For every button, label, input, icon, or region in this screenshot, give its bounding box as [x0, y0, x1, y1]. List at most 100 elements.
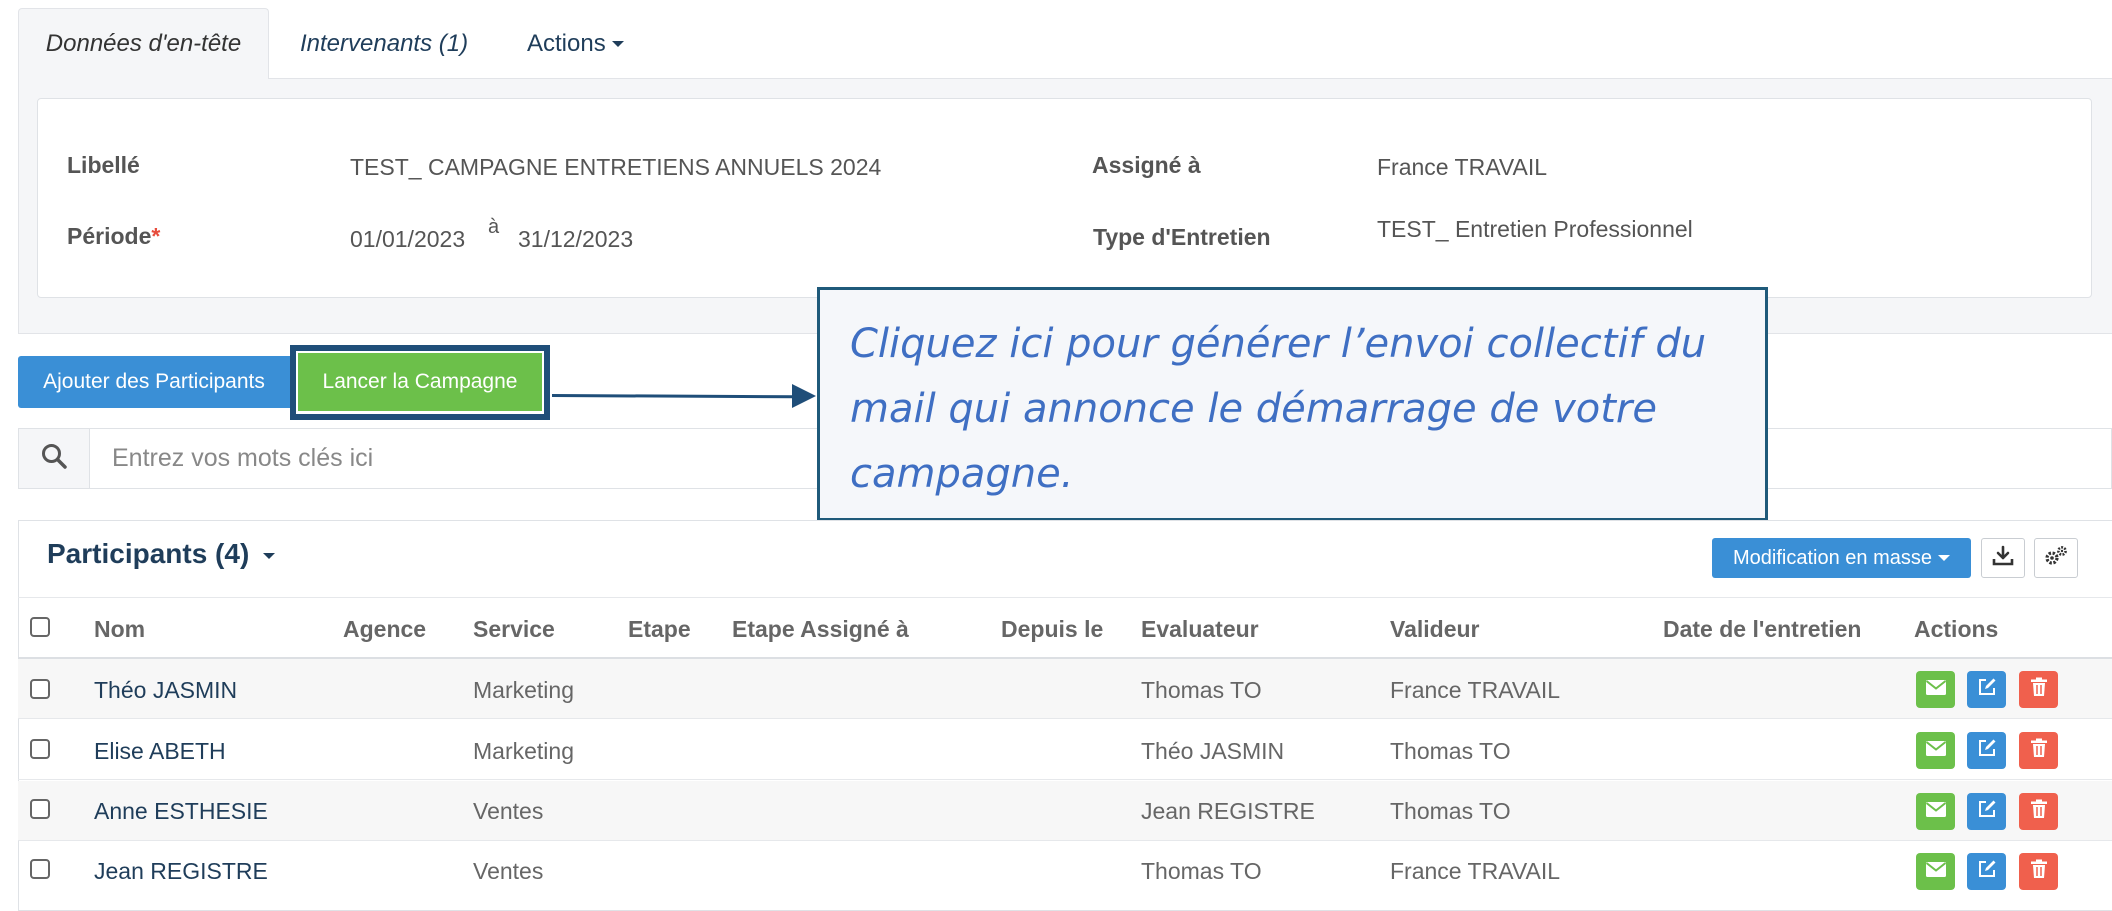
column-header-service[interactable]: Service [473, 616, 555, 643]
edit-icon [1977, 738, 1997, 763]
column-header-agence[interactable]: Agence [343, 616, 426, 643]
libelle-value: TEST_ CAMPAGNE ENTRETIENS ANNUELS 2024 [350, 154, 882, 180]
instruction-callout: Cliquez ici pour générer l’envoi collect… [817, 287, 1768, 521]
participant-valideur: France TRAVAIL [1390, 677, 1561, 703]
callout-arrow-line [551, 394, 797, 399]
row-checkbox[interactable] [30, 739, 50, 759]
select-all-checkbox[interactable] [30, 617, 50, 637]
send-mail-button[interactable] [1916, 853, 1955, 890]
participant-valideur: Thomas TO [1390, 738, 1511, 764]
edit-icon [1977, 799, 1997, 824]
assigne-value: France TRAVAIL [1377, 154, 1548, 180]
envelope-icon [1925, 861, 1946, 882]
periode-label: Période* [67, 223, 160, 250]
participant-name[interactable]: Elise ABETH [94, 738, 226, 765]
table-row[interactable] [18, 659, 2112, 719]
caret-down-icon [263, 552, 276, 559]
type-entretien-label: Type d'Entretien [1093, 224, 1271, 250]
tab-intervenants-label: Intervenants (1) [300, 29, 469, 57]
participant-name[interactable]: Anne ESTHESIE [94, 798, 268, 825]
trash-icon [2030, 799, 2048, 824]
callout-arrow-head [792, 384, 816, 408]
column-header-etape-assigne[interactable]: Etape Assigné à [732, 616, 909, 643]
row-checkbox[interactable] [30, 799, 50, 819]
participant-name[interactable]: Jean REGISTRE [94, 858, 268, 885]
participants-title-dropdown[interactable]: Participants (4) [47, 538, 276, 570]
participant-service: Marketing [473, 738, 574, 764]
participant-service: Ventes [473, 798, 544, 824]
periode-label-text: Période [67, 223, 152, 249]
trash-icon [2030, 859, 2048, 884]
column-header-evaluateur[interactable]: Evaluateur [1141, 616, 1259, 643]
participant-evaluateur: Jean REGISTRE [1141, 798, 1315, 824]
edit-button[interactable] [1967, 732, 2006, 769]
participant-evaluateur: Thomas TO [1141, 858, 1262, 884]
search-input[interactable] [92, 430, 792, 487]
add-participants-label: Ajouter des Participants [43, 370, 265, 393]
caret-down-icon [611, 40, 624, 47]
edit-button[interactable] [1967, 793, 2006, 830]
gears-icon [2043, 545, 2069, 572]
edit-icon [1977, 677, 1997, 702]
edit-button[interactable] [1967, 853, 2006, 890]
launch-campaign-button[interactable]: Lancer la Campagne [298, 353, 542, 411]
participant-service: Ventes [473, 858, 544, 884]
tab-intervenants[interactable]: Intervenants (1) [300, 8, 468, 79]
download-button[interactable] [1981, 538, 2025, 578]
header-details-box [37, 98, 2092, 298]
column-header-date[interactable]: Date de l'entretien [1663, 616, 1861, 643]
column-header-etape[interactable]: Etape [628, 616, 691, 643]
participant-valideur: Thomas TO [1390, 798, 1511, 824]
column-header-depuis[interactable]: Depuis le [1001, 616, 1103, 643]
launch-campaign-label: Lancer la Campagne [322, 370, 518, 393]
download-icon [1992, 545, 2014, 572]
callout-text: Cliquez ici pour générer l’envoi collect… [850, 321, 1707, 497]
type-entretien-value: TEST_ Entretien Professionnel [1377, 216, 1693, 242]
delete-button[interactable] [2019, 793, 2058, 830]
participant-evaluateur: Théo JASMIN [1141, 738, 1285, 764]
row-checkbox[interactable] [30, 859, 50, 879]
send-mail-button[interactable] [1916, 732, 1955, 769]
table-row[interactable] [18, 842, 2112, 911]
tab-header-data-label: Données d'en-tête [45, 30, 242, 57]
participant-evaluateur: Thomas TO [1141, 677, 1262, 703]
participant-name[interactable]: Théo JASMIN [94, 677, 237, 704]
search-icon [40, 442, 68, 475]
delete-button[interactable] [2019, 732, 2058, 769]
participant-valideur: France TRAVAIL [1390, 858, 1561, 884]
add-participants-button[interactable]: Ajouter des Participants [18, 356, 290, 408]
envelope-icon [1925, 679, 1946, 700]
required-mark: * [151, 223, 161, 249]
periode-end-value: 31/12/2023 [518, 226, 634, 252]
mass-edit-label: Modification en masse [1733, 546, 1932, 569]
column-header-nom[interactable]: Nom [94, 616, 145, 643]
delete-button[interactable] [2019, 853, 2058, 890]
table-row[interactable] [18, 720, 2112, 780]
participants-title: Participants (4) [47, 538, 250, 569]
envelope-icon [1925, 740, 1946, 761]
search-addon [18, 428, 90, 489]
column-header-actions: Actions [1914, 616, 1999, 642]
participant-service: Marketing [473, 677, 574, 703]
column-settings-button[interactable] [2034, 538, 2078, 578]
periode-separator: à [488, 216, 500, 238]
table-row[interactable] [18, 781, 2112, 841]
assigne-label: Assigné à [1092, 152, 1201, 178]
trash-icon [2030, 738, 2048, 763]
send-mail-button[interactable] [1916, 793, 1955, 830]
tab-actions-dropdown[interactable]: Actions [527, 8, 624, 79]
mass-edit-button[interactable]: Modification en masse [1712, 538, 1971, 578]
tab-actions-label: Actions [527, 29, 606, 57]
row-checkbox[interactable] [30, 679, 50, 699]
edit-button[interactable] [1967, 671, 2006, 708]
envelope-icon [1925, 801, 1946, 822]
column-header-valideur[interactable]: Valideur [1390, 616, 1479, 643]
periode-start-value: 01/01/2023 [350, 226, 466, 252]
trash-icon [2030, 677, 2048, 702]
tab-header-data[interactable]: Données d'en-tête [18, 8, 269, 79]
delete-button[interactable] [2019, 671, 2058, 708]
libelle-label: Libellé [67, 152, 140, 178]
caret-down-icon [1937, 555, 1950, 561]
send-mail-button[interactable] [1916, 671, 1955, 708]
edit-icon [1977, 859, 1997, 884]
